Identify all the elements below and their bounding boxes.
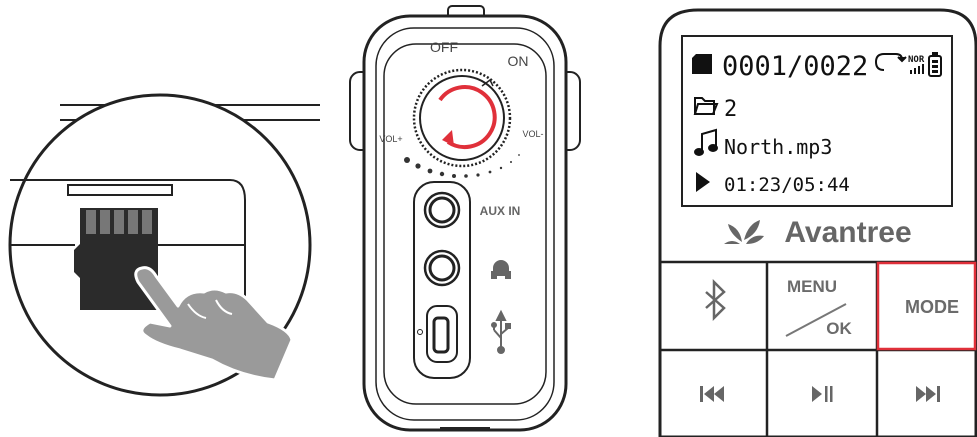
play-pause-button[interactable] (769, 352, 876, 437)
vol-plus-label: VOL+ (379, 134, 402, 144)
usb-port[interactable] (426, 305, 458, 363)
brand-logo: Avantree (784, 216, 911, 249)
on-label: ON (508, 53, 529, 69)
mode-button[interactable]: MODE (876, 261, 977, 351)
track-filename: North.mp3 (724, 135, 832, 159)
track-time: 01:23/05:44 (724, 174, 850, 196)
next-button[interactable] (878, 352, 975, 437)
track-counter: 0001/0022 (722, 51, 868, 82)
menu-ok-button[interactable]: MENU OK (769, 264, 876, 348)
sd-card-icon (692, 54, 712, 74)
aux-in-label: AUX IN (480, 204, 521, 218)
radio-device: OFF ON VOL+ VOL- AUX IN (330, 0, 600, 437)
battery-icon (928, 52, 942, 77)
eq-label: NOR (908, 55, 925, 65)
volume-knob[interactable] (412, 68, 512, 168)
off-label: OFF (430, 39, 458, 55)
aux-in-port[interactable] (423, 191, 461, 229)
menu-label: MENU (787, 277, 837, 296)
led-indicator (417, 329, 423, 335)
vol-minus-label: VOL- (522, 129, 543, 139)
sd-card-illustration (0, 0, 320, 437)
mode-label: MODE (905, 297, 959, 317)
folder-number: 2 (724, 97, 737, 122)
bluetooth-button[interactable] (662, 264, 766, 348)
headphone-port[interactable] (423, 249, 461, 287)
player-face: 0001/0022 NOR 2 North.mp3 01:23/05:44 Av… (640, 0, 977, 437)
ok-label: OK (826, 319, 852, 338)
headphone-icon (491, 260, 511, 279)
card-slot (67, 184, 173, 196)
previous-button[interactable] (662, 352, 766, 437)
